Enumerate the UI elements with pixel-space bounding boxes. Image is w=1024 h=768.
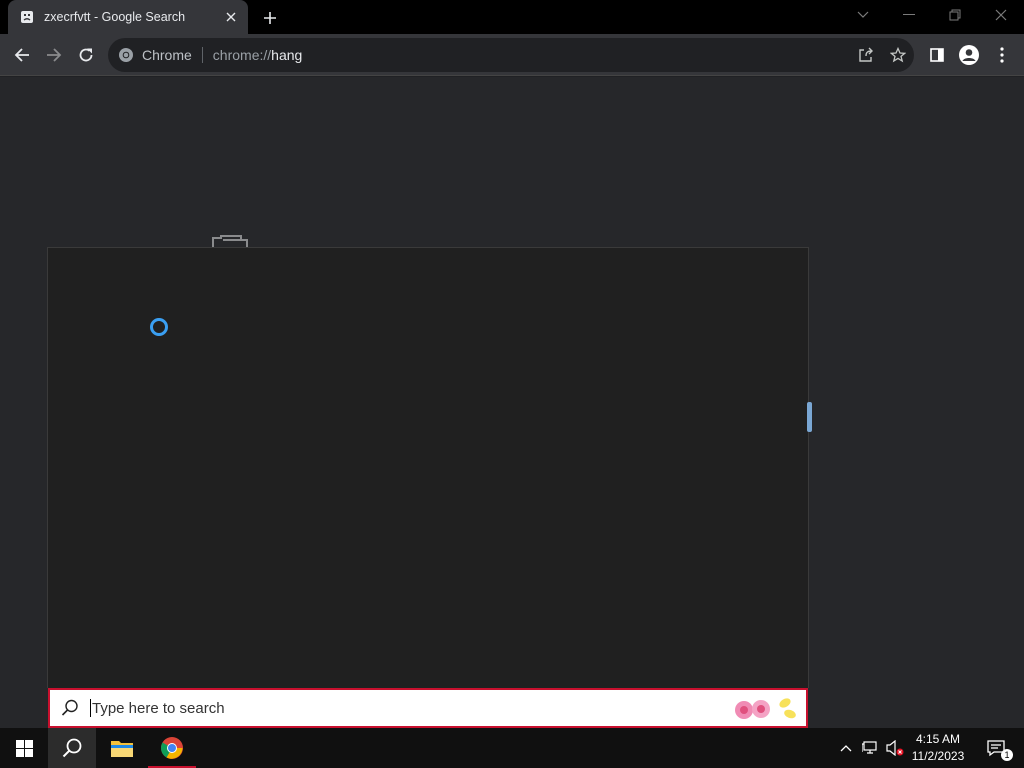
url-prefix: chrome:// [212, 47, 272, 63]
network-icon[interactable] [860, 728, 882, 768]
browser-tab[interactable]: zxecrfvtt - Google Search [8, 0, 248, 34]
close-icon[interactable] [222, 8, 240, 26]
notification-count-badge: 1 [1001, 749, 1013, 761]
address-bar[interactable]: Chrome chrome://hang [108, 38, 914, 72]
plus-icon[interactable] [259, 7, 281, 29]
reload-icon[interactable] [72, 41, 100, 69]
forward-icon[interactable] [40, 41, 68, 69]
search-highlight-illustration [735, 698, 796, 719]
profile-icon[interactable] [955, 41, 983, 69]
tab-title: zxecrfvtt - Google Search [44, 10, 186, 24]
omnibox-divider [201, 47, 203, 63]
chrome-taskbar-icon[interactable] [148, 728, 196, 768]
url-text: chrome://hang [213, 47, 303, 63]
windows-taskbar: 4:15 AM 11/2/2023 1 [0, 728, 1024, 768]
clock-time: 4:15 AM [915, 732, 961, 746]
star-icon[interactable] [884, 41, 912, 69]
windows-logo-icon[interactable] [0, 728, 48, 768]
scroll-handle[interactable] [807, 402, 812, 432]
chrome-icon [119, 48, 133, 62]
loading-spinner [150, 318, 168, 336]
search-placeholder: Type here to search [92, 699, 225, 717]
search-icon [61, 699, 78, 716]
chevron-down-icon[interactable] [840, 0, 886, 30]
taskbar-search-box[interactable]: Type here to search [48, 688, 808, 728]
browser-toolbar: Chrome chrome://hang [0, 34, 1024, 76]
text-caret [90, 699, 91, 717]
share-icon[interactable] [852, 41, 880, 69]
side-panel-icon[interactable] [923, 41, 951, 69]
file-explorer-icon[interactable] [98, 728, 146, 768]
chevron-up-icon[interactable] [836, 728, 856, 768]
back-icon[interactable] [8, 41, 36, 69]
site-chip: Chrome [142, 47, 192, 63]
search-taskbar-button[interactable] [48, 728, 96, 768]
window-close-icon[interactable] [978, 0, 1024, 30]
tab-strip: zxecrfvtt - Google Search [0, 0, 1024, 34]
search-icon [62, 738, 82, 758]
notification-icon[interactable]: 1 [976, 728, 1016, 768]
kebab-menu-icon[interactable] [988, 41, 1016, 69]
restore-icon[interactable] [932, 0, 978, 30]
clock-date: 11/2/2023 [911, 749, 965, 763]
system-clock[interactable]: 4:15 AM 11/2/2023 [900, 728, 976, 768]
url-host: hang [271, 47, 303, 63]
page-hang-icon [211, 234, 263, 248]
minimize-icon[interactable] [886, 0, 932, 30]
sad-tab-icon [20, 10, 34, 24]
search-flyout-panel [47, 247, 809, 688]
